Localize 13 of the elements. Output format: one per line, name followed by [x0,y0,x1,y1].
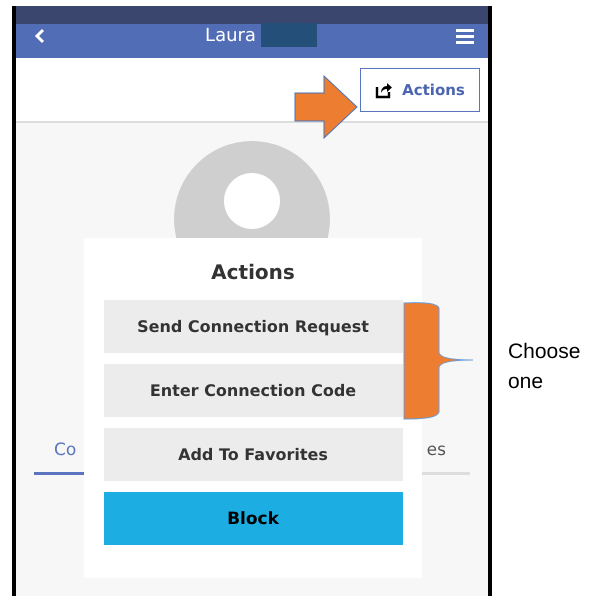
block-button[interactable]: Block [104,492,402,545]
dialog-title: Actions [211,260,295,286]
actions-button[interactable]: Actions [360,68,480,112]
annotation-note: Choose one [508,339,582,395]
option-button[interactable]: Enter Connection Code [104,364,402,417]
menu-icon[interactable] [456,28,474,44]
redaction-block [260,23,317,47]
header-title: Laura [205,24,256,46]
option-button[interactable]: Send Connection Request [104,300,402,353]
share-icon [375,80,394,98]
option-button[interactable]: Add To Favorites [104,428,402,481]
pointer-arrow [294,75,358,139]
back-icon[interactable] [34,28,46,44]
